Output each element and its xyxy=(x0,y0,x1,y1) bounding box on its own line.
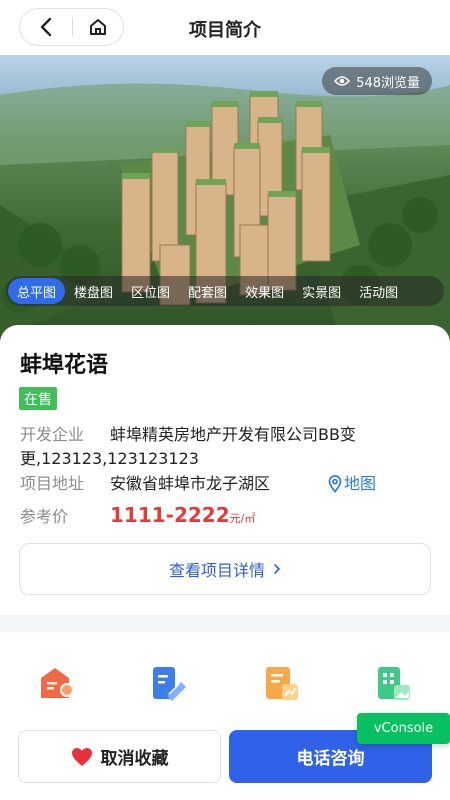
project-name: 蚌埠花语 xyxy=(20,353,109,378)
phone-consult-label: 电话咨询 xyxy=(296,749,365,769)
cancel-favorite-label: 取消收藏 xyxy=(100,749,169,769)
developer-label: 开发企业 xyxy=(20,425,85,444)
address-row: 项目地址 安徽省蚌埠市龙子湖区 地图 xyxy=(20,472,430,496)
view-count-label: 548浏览量 xyxy=(356,75,420,91)
location-pin-icon xyxy=(328,475,342,493)
vconsole-button[interactable]: vConsole xyxy=(357,713,450,744)
project-info-card: 蚌埠花语 在售 开发企业 蚌埠精英房地产开发有限公司BB变更,123123,123… xyxy=(0,325,450,615)
tab-real-photos[interactable]: 实景图 xyxy=(293,278,350,304)
map-link[interactable]: 地图 xyxy=(328,472,376,496)
developer-row: 开发企业 蚌埠精英房地产开发有限公司BB变更,123123,123123123 xyxy=(20,423,430,471)
image-category-tabs: 总平图 楼盘图 区位图 配套图 效果图 实景图 活动图 xyxy=(6,276,444,306)
address-value: 安徽省蚌埠市龙子湖区 xyxy=(110,474,271,493)
view-details-label: 查看项目详情 xyxy=(168,561,265,580)
cancel-favorite-button[interactable]: 取消收藏 xyxy=(18,730,221,783)
building-photo-icon[interactable] xyxy=(374,664,414,704)
page-title: 项目简介 xyxy=(189,20,261,41)
tab-building-plan[interactable]: 楼盘图 xyxy=(65,278,122,304)
document-pen-icon[interactable] xyxy=(149,664,189,704)
house-tag-icon[interactable] xyxy=(37,664,77,704)
tab-master-plan[interactable]: 总平图 xyxy=(8,278,66,304)
address-label: 项目地址 xyxy=(20,474,85,493)
tab-renderings[interactable]: 效果图 xyxy=(236,278,293,304)
project-hero-image[interactable]: 548浏览量 总平图 楼盘图 区位图 配套图 效果图 实景图 活动图 xyxy=(0,55,450,340)
price-label: 参考价 xyxy=(20,507,69,526)
price-row: 参考价 1111-2222元/㎡ xyxy=(20,503,430,531)
report-chart-icon[interactable] xyxy=(262,664,302,704)
heart-icon xyxy=(71,747,92,766)
view-count-badge: 548浏览量 xyxy=(322,67,432,95)
view-project-details-button[interactable]: 查看项目详情 xyxy=(19,543,431,595)
tab-events[interactable]: 活动图 xyxy=(350,278,407,304)
tab-facilities[interactable]: 配套图 xyxy=(179,278,236,304)
tab-location-map[interactable]: 区位图 xyxy=(122,278,179,304)
price-value: 1111-2222 xyxy=(110,503,230,527)
eye-icon xyxy=(334,76,351,86)
price-unit: 元/㎡ xyxy=(229,512,256,525)
chevron-right-icon xyxy=(274,564,281,574)
top-nav-bar: 项目简介 xyxy=(0,0,450,55)
status-badge: 在售 xyxy=(19,387,57,410)
map-link-label: 地图 xyxy=(344,474,377,493)
